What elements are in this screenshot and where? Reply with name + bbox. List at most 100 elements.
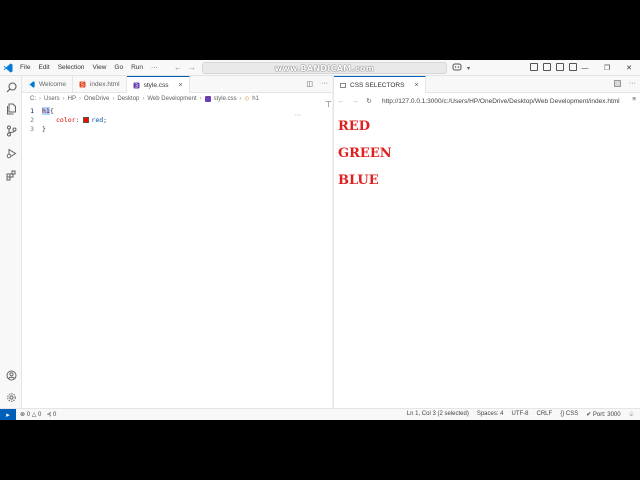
tab-label: Welcome (39, 81, 66, 88)
tab-label: style.css (143, 81, 169, 89)
editor-group: Welcome 5 index.html 3 style.css × ◫ ···… (22, 76, 332, 408)
reload-icon[interactable]: ↻ (362, 97, 376, 105)
extensions-icon[interactable] (0, 164, 22, 186)
close-icon[interactable]: × (414, 82, 418, 89)
line-number: 2 (30, 115, 34, 124)
account-icon[interactable] (0, 364, 22, 386)
cursor-position[interactable]: Ln 1, Col 3 (2 selected) (407, 411, 469, 418)
back-arrow-icon[interactable]: ← (334, 98, 348, 105)
encoding[interactable]: UTF-8 (512, 411, 529, 418)
more-icon[interactable]: ··· (294, 112, 301, 119)
explorer-icon[interactable] (0, 98, 22, 120)
more-actions-icon[interactable]: ··· (321, 80, 328, 88)
breadcrumb-item[interactable]: C: (30, 96, 36, 102)
minimize-icon[interactable]: — (574, 60, 596, 76)
code-line: 3 } (22, 124, 332, 133)
close-icon[interactable]: × (179, 82, 183, 89)
ports-indicator[interactable]: ⊰ 0 (46, 411, 56, 418)
vscode-window: File Edit Selection View Go Run ··· ← → … (0, 60, 640, 420)
breadcrumb-item[interactable]: h1 (252, 96, 259, 102)
search-icon[interactable] (0, 76, 22, 98)
menu-file[interactable]: File (16, 64, 34, 71)
line-number: 3 (30, 124, 34, 133)
menu-view[interactable]: View (88, 64, 110, 71)
breadcrumb-item[interactable]: Desktop (117, 96, 139, 102)
settings-gear-icon[interactable] (0, 386, 22, 408)
page-content: RED GREEN BLUE (334, 119, 640, 190)
breadcrumb-item[interactable]: HP (68, 96, 76, 102)
menu-selection[interactable]: Selection (54, 64, 89, 71)
split-editor-icon[interactable]: ◫ (306, 80, 313, 88)
chevron-down-icon[interactable]: ▾ (467, 65, 470, 72)
more-actions-icon[interactable]: ··· (629, 80, 636, 87)
source-control-icon[interactable] (0, 120, 22, 142)
colon: : (75, 115, 80, 124)
forward-arrow-icon[interactable]: → (188, 63, 196, 72)
svg-text:5: 5 (81, 83, 84, 89)
forward-arrow-icon[interactable]: → (348, 98, 362, 105)
menu-edit[interactable]: Edit (34, 64, 53, 71)
brace: } (42, 124, 46, 133)
heading-green: GREEN (338, 146, 392, 161)
indentation[interactable]: Spaces: 4 (477, 411, 504, 418)
preview-tabs: CSS SELECTORS × ··· (334, 76, 640, 93)
problems-indicator[interactable]: ⊗ 0 △ 0 (20, 411, 41, 418)
copilot-icon[interactable] (452, 63, 462, 73)
remote-indicator-icon[interactable]: ▸ (0, 408, 16, 420)
text-cursor-icon: ⊤ (325, 100, 332, 109)
live-server-port[interactable]: ✔ Port: 3000 (586, 411, 620, 418)
language-label: CSS (565, 411, 579, 417)
browser-page-icon (340, 82, 346, 88)
simple-browser-panel: CSS SELECTORS × ··· ← → ↻ http://127.0.0… (333, 76, 640, 408)
toggle-secondary-sidebar-icon[interactable] (556, 63, 564, 71)
tab-index-html[interactable]: 5 index.html (73, 76, 127, 93)
hamburger-menu-icon[interactable]: ≡ (632, 96, 636, 103)
tab-style-css[interactable]: 3 style.css × (126, 76, 190, 93)
toggle-primary-sidebar-icon[interactable] (530, 63, 538, 71)
html-file-icon: 5 (79, 81, 86, 88)
breadcrumb-item[interactable]: Users (44, 96, 60, 102)
vscode-logo-icon (0, 60, 16, 76)
tab-label: CSS SELECTORS (350, 81, 405, 89)
language-mode[interactable]: {} CSS (560, 411, 578, 418)
command-center-search[interactable]: www.BANDICAM.com (202, 62, 447, 74)
breadcrumb-item[interactable]: Web Development (147, 96, 196, 102)
activity-bar (0, 76, 22, 408)
error-count: 0 (26, 412, 31, 418)
title-bar: File Edit Selection View Go Run ··· ← → … (0, 60, 640, 76)
breadcrumb: C: › Users › HP › OneDrive › Desktop › Web De… (30, 95, 259, 102)
bandicam-watermark: www.BANDICAM.com (274, 63, 375, 73)
run-debug-icon[interactable] (0, 142, 22, 164)
breadcrumb-item[interactable]: style.css (214, 96, 237, 102)
status-bar: ▸ ⊗ 0 △ 0 ⊰ 0 Ln 1, Col 3 (2 selected) S… (0, 408, 640, 420)
port-label: Port: 3000 (592, 412, 621, 418)
url-input[interactable]: http://127.0.0.1:3000/c:/Users/HP/OneDri… (382, 98, 620, 105)
semicolon: ; (103, 115, 108, 124)
end-of-line[interactable]: CRLF (537, 411, 553, 418)
brace: { (49, 106, 54, 115)
menu-run[interactable]: Run (127, 64, 147, 71)
vscode-icon (28, 81, 35, 88)
back-arrow-icon[interactable]: ← (174, 63, 182, 72)
toggle-panel-icon[interactable] (543, 63, 551, 71)
close-window-icon[interactable]: ✕ (618, 60, 640, 76)
tab-welcome[interactable]: Welcome (22, 76, 73, 93)
warning-count: 0 (38, 412, 42, 418)
ports-count: 0 (53, 412, 57, 418)
css-value: red (91, 115, 104, 124)
notifications-bell-icon[interactable]: ♧ (629, 411, 634, 418)
restore-icon[interactable]: ❐ (596, 60, 618, 76)
color-swatch-icon[interactable] (83, 116, 90, 123)
editor-tabs: Welcome 5 index.html 3 style.css × ◫ ··· (22, 76, 332, 93)
lock-icon[interactable] (614, 80, 621, 87)
menu-bar: File Edit Selection View Go Run ··· (16, 60, 162, 76)
css-property: color (56, 115, 76, 124)
css-file-icon (204, 95, 211, 102)
tab-css-selectors[interactable]: CSS SELECTORS × (334, 76, 426, 93)
code-editor[interactable]: 1 h1{ 2 color: red; 3 } (22, 106, 332, 133)
menu-more[interactable]: ··· (147, 64, 162, 71)
code-line: 2 color: red; (22, 115, 332, 124)
selector-symbol-icon: ◇ (244, 96, 250, 102)
menu-go[interactable]: Go (110, 64, 127, 71)
breadcrumb-item[interactable]: OneDrive (84, 96, 109, 102)
